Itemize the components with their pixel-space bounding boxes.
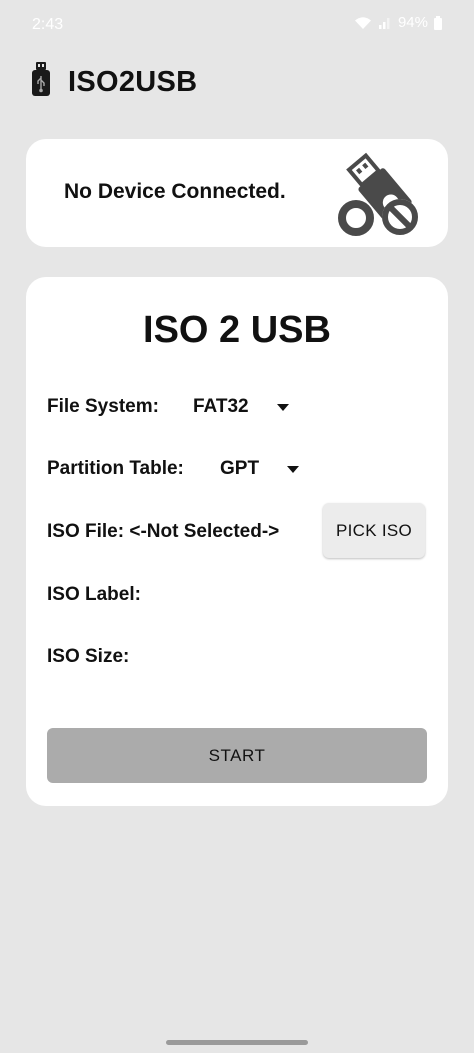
main-title: ISO 2 USB (143, 309, 331, 351)
battery-icon (434, 15, 442, 30)
chevron-down-icon (287, 465, 300, 473)
status-icons: 94% (354, 14, 442, 31)
signal-icon (378, 16, 392, 30)
partition-table-value: GPT (220, 458, 260, 479)
main-card: ISO 2 USB File System: FAT32 Partition T… (26, 277, 448, 806)
partition-table-dropdown[interactable]: GPT (220, 458, 300, 480)
pick-iso-button[interactable]: PICK ISO (323, 503, 425, 558)
partition-table-label: Partition Table: (47, 458, 184, 479)
usb-drive-icon (30, 61, 52, 103)
app-header: ISO2USB (30, 61, 198, 103)
wifi-icon (354, 16, 372, 30)
app-title: ISO2USB (68, 65, 198, 98)
chevron-down-icon (276, 403, 289, 411)
file-system-label: File System: (47, 396, 159, 417)
start-button[interactable]: START (47, 728, 427, 783)
status-bar: 2:43 94% (0, 0, 474, 48)
file-system-value: FAT32 (193, 396, 249, 417)
iso-file-label: ISO File: <-Not Selected-> (47, 521, 280, 542)
iso-size-label: ISO Size: (47, 646, 130, 667)
device-status-text: No Device Connected. (64, 180, 286, 203)
battery-level: 94% (397, 14, 428, 31)
home-indicator[interactable] (166, 1040, 308, 1045)
usb-disconnected-icon (332, 149, 424, 246)
device-status-card: No Device Connected. (26, 139, 448, 247)
file-system-dropdown[interactable]: FAT32 (193, 396, 289, 418)
iso-label-label: ISO Label: (47, 584, 141, 605)
status-time: 2:43 (32, 16, 64, 33)
